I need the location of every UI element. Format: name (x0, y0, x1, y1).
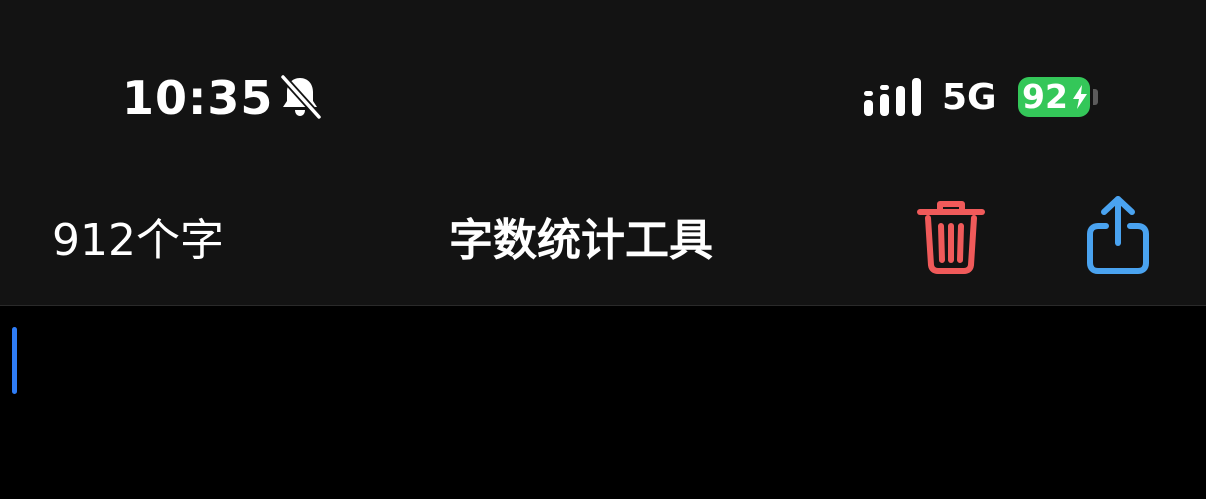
cellular-signal-icon (864, 78, 921, 116)
text-editor[interactable] (0, 306, 1206, 499)
share-icon[interactable] (1086, 195, 1150, 275)
battery-level: 92 (1022, 77, 1068, 116)
page-title: 字数统计工具 (449, 215, 713, 266)
app-screen: 10:35 5G 92 912个字 字数统计工具 (0, 0, 1206, 499)
bell-slash-icon (280, 74, 322, 120)
charging-bolt-icon (1073, 85, 1087, 109)
word-count-label: 912个字 (52, 215, 224, 266)
text-cursor (12, 327, 17, 394)
status-time: 10:35 (122, 71, 274, 125)
battery-indicator: 92 (1018, 77, 1090, 117)
battery-cap (1093, 89, 1098, 105)
network-type: 5G (942, 77, 997, 118)
trash-icon[interactable] (916, 198, 986, 274)
